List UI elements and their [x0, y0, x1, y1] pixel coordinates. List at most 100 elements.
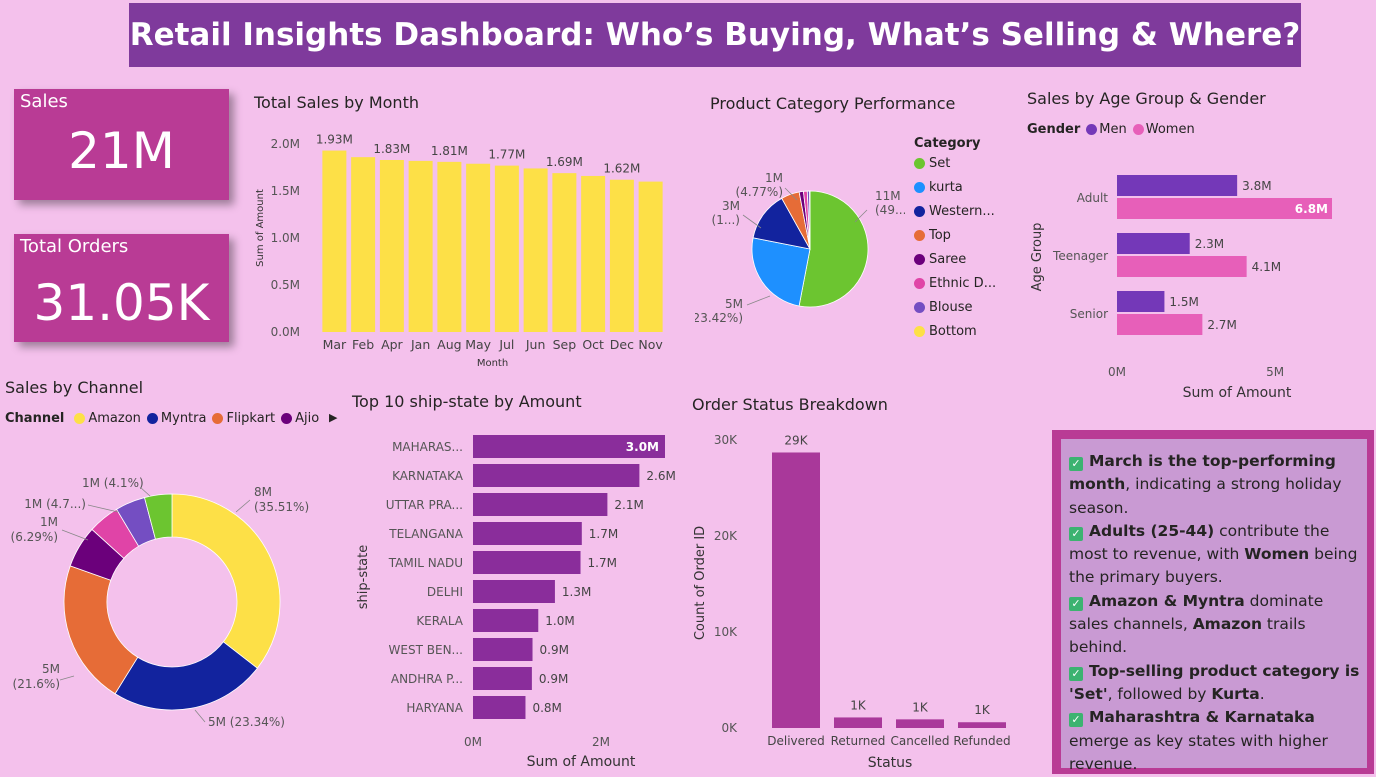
agegender-chart-title: Sales by Age Group & Gender [1027, 89, 1266, 108]
legend-dot-icon [281, 413, 293, 424]
category-pie-chart[interactable]: 11M(49....) 5M(23.42%) 3M(1...) 1M(4.77%) [695, 160, 905, 345]
channel-legend-item[interactable]: Myntra [146, 411, 207, 426]
legend-dot-icon [914, 206, 925, 217]
channel-donut-slice [171, 493, 281, 669]
agegender-legend-item[interactable]: Men [1086, 122, 1127, 137]
category-data-label: (4.77%) [736, 185, 783, 199]
insight-highlight: Women [1244, 545, 1310, 564]
dashboard-title: Retail Insights Dashboard: Who’s Buying,… [129, 17, 1301, 53]
agegender-xtick: 5M [1266, 365, 1284, 379]
category-legend-item[interactable]: Set [914, 156, 996, 171]
insight-highlight: Maharashtra & Karnataka [1089, 708, 1315, 727]
channel-leader-line [194, 709, 206, 723]
states-data-label: 0.9M [540, 643, 569, 657]
status-ytick: 20K [714, 529, 738, 543]
legend-next-arrow[interactable]: ▶ [329, 411, 337, 424]
insight-highlight: Amazon [1192, 615, 1262, 634]
channel-data-label: 5M (23.34%) [208, 715, 285, 729]
channel-legend-item[interactable]: Amazon [74, 411, 141, 426]
agegender-ylabel: Age Group [1030, 223, 1045, 292]
states-data-label: 1.0M [545, 614, 574, 628]
category-legend-item[interactable]: kurta [914, 180, 996, 195]
states-ytick: ANDHRA P... [391, 672, 463, 686]
legend-dot-icon [914, 182, 925, 193]
monthly-bar [523, 168, 548, 332]
channel-legend-title: Channel [5, 411, 65, 426]
category-legend-item[interactable]: Western... [914, 204, 996, 219]
agegender-legend-label: Men [1099, 122, 1127, 137]
channel-legend-label: Amazon [88, 411, 141, 426]
states-data-label: 2.1M [614, 498, 643, 512]
category-legend: Category Set kurta Western... Top Saree Ethni… [914, 136, 996, 348]
agegender-legend-item[interactable]: Women [1132, 122, 1195, 137]
status-xtick: Cancelled [891, 734, 950, 748]
states-bar [473, 696, 526, 719]
channel-donut-chart[interactable]: 8M(35.51%) 5M (23.34%) 5M(21.6%) 1M(6.29%) 1… [0, 470, 345, 730]
agegender-data-label: 1.5M [1169, 295, 1198, 309]
agegender-bar [1117, 256, 1247, 277]
agegender-data-label: 3.8M [1242, 179, 1271, 193]
monthly-bar [638, 181, 663, 332]
channel-donut-slice [63, 565, 139, 695]
category-legend-item[interactable]: Top [914, 228, 996, 243]
category-legend-item[interactable]: Blouse [914, 300, 996, 315]
status-xtick: Refunded [953, 734, 1010, 748]
status-bar [958, 722, 1006, 728]
channel-leader-line [139, 486, 151, 497]
monthly-xtick: Apr [381, 337, 403, 352]
channel-data-label: (21.6%) [13, 677, 60, 691]
monthly-ytick: 1.5M [271, 184, 300, 198]
legend-dot-icon [1132, 124, 1144, 135]
category-legend-label: Saree [929, 252, 967, 267]
insights-text: ✓ March is the top-performing month, indi… [1061, 439, 1367, 773]
legend-dot-icon [74, 413, 86, 424]
states-data-label: 1.3M [562, 585, 591, 599]
sales-kpi-card[interactable]: Sales 21M [14, 89, 229, 200]
monthly-sales-chart[interactable]: 0.0M 0.5M 1.0M 1.5M 2.0M Mar 1.93M Feb Apr 1.83M J… [250, 118, 690, 373]
agegender-data-label: 6.8M [1295, 202, 1328, 216]
legend-dot-icon [914, 278, 925, 289]
status-data-label: 29K [784, 433, 808, 447]
category-leader-line [746, 295, 771, 306]
category-legend-label: Top [929, 228, 951, 243]
status-bar-chart[interactable]: 0K 10K 20K 30K 29K Delivered 1K Returned 1K Cance… [685, 420, 1025, 775]
states-ytick: DELHI [427, 585, 463, 599]
states-bar [473, 464, 640, 487]
monthly-xlabel: Month [477, 358, 508, 369]
agegender-data-label: 4.1M [1252, 260, 1281, 274]
channel-data-label: 8M [254, 485, 272, 499]
monthly-xtick: Feb [352, 337, 374, 352]
channel-legend-label: Myntra [160, 411, 207, 426]
status-ytick: 30K [714, 433, 738, 447]
category-legend-item[interactable]: Saree [914, 252, 996, 267]
legend-dot-icon [914, 158, 925, 169]
insight-item: ✓ Top-selling product category is 'Set', … [1069, 660, 1363, 707]
channel-legend-item[interactable]: Ajio [281, 411, 319, 426]
category-legend-label: kurta [929, 180, 963, 195]
agegender-legend-title: Gender [1027, 122, 1081, 137]
monthly-xtick: Oct [582, 337, 604, 352]
states-bar-chart[interactable]: MAHARAS... 3.0M KARNATAKA 2.6M UTTAR PRA... 2… [350, 425, 690, 777]
category-data-label: 1M [765, 171, 783, 185]
channel-legend: Channel Amazon Myntra Flipkart Ajio [5, 411, 325, 426]
orders-kpi-label: Total Orders [20, 236, 129, 257]
states-ytick: KARNATAKA [392, 469, 464, 483]
agegender-bar-chart[interactable]: Adult 3.8M 6.8M Teenager 2.3M 4.1M Senior 1.5M 2… [1022, 165, 1362, 405]
category-legend-item[interactable]: Ethnic D... [914, 276, 996, 291]
monthly-xtick: May [465, 337, 491, 352]
states-ytick: TELANGANA [388, 527, 464, 541]
orders-kpi-card[interactable]: Total Orders 31.05K [14, 234, 229, 342]
category-legend-label: Bottom [929, 324, 977, 339]
category-pie-slice [751, 237, 811, 307]
monthly-bar [351, 157, 376, 332]
states-data-label: 0.9M [539, 672, 568, 686]
channel-legend-item[interactable]: Flipkart [212, 411, 275, 426]
monthly-xtick: Nov [638, 337, 663, 352]
states-chart-title: Top 10 ship-state by Amount [352, 392, 582, 411]
dashboard-title-banner: Retail Insights Dashboard: Who’s Buying,… [129, 3, 1301, 67]
states-bar [473, 580, 555, 603]
monthly-data-label: 1.62M [603, 162, 640, 176]
category-legend-item[interactable]: Bottom [914, 324, 996, 339]
states-bar [473, 609, 539, 632]
channel-leader-line [235, 499, 251, 513]
